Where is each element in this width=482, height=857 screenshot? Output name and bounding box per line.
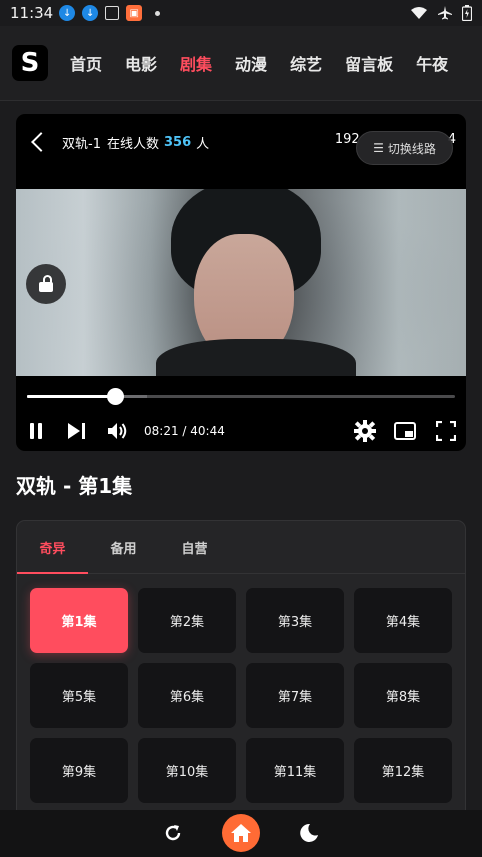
moon-icon[interactable] — [298, 822, 320, 844]
episode-button[interactable]: 第12集 — [354, 738, 452, 803]
episode-button[interactable]: 第9集 — [30, 738, 128, 803]
episode-button[interactable]: 第8集 — [354, 663, 452, 728]
top-nav: S 首页 电影 剧集 动漫 综艺 留言板 午夜 — [0, 26, 482, 101]
episode-button[interactable]: 第6集 — [138, 663, 236, 728]
progress-knob[interactable] — [106, 388, 124, 405]
settings-gear-icon[interactable] — [354, 420, 376, 442]
episode-button[interactable]: 第1集 — [30, 588, 128, 653]
playback-time: 08:21 / 40:44 — [144, 424, 225, 438]
bottom-bar — [0, 810, 482, 857]
menu-icon: ☰ — [373, 141, 384, 155]
active-tab-indicator — [17, 572, 88, 574]
download-icon: ↓ — [59, 5, 76, 21]
nav-item-midnight[interactable]: 午夜 — [416, 51, 448, 75]
video-player[interactable]: 双轨-1 在线人数 356 人 192 4 ☰ 切换线路 08:21 / 40:4… — [16, 114, 466, 451]
status-time: 11:34 — [10, 4, 54, 22]
airplane-icon — [438, 6, 452, 20]
nav-item-anime[interactable]: 动漫 — [235, 51, 267, 75]
online-unit: 人 — [196, 136, 210, 152]
battery-icon — [462, 5, 472, 21]
source-episode-panel: 奇异 备用 自营 第1集 第2集 第3集 第4集第5集 第6集 第7集 第8集第9集 第10集… — [16, 520, 466, 820]
picture-in-picture-icon[interactable] — [394, 420, 416, 442]
wifi-icon — [411, 7, 427, 19]
nav-item-movies[interactable]: 电影 — [125, 51, 157, 75]
back-arrow-icon[interactable] — [31, 132, 51, 152]
episode-button[interactable]: 第2集 — [138, 588, 236, 653]
episode-button[interactable]: 第4集 — [354, 588, 452, 653]
dot-icon — [155, 10, 161, 16]
app-icon: ▣ — [126, 5, 143, 21]
unlock-icon — [38, 275, 54, 293]
screen-lock-button[interactable] — [26, 264, 66, 304]
volume-icon[interactable] — [106, 421, 130, 441]
nav-item-variety[interactable]: 综艺 — [290, 51, 322, 75]
package-icon — [105, 6, 120, 20]
switch-line-label: 切换线路 — [387, 141, 436, 156]
player-title: 双轨-1 — [62, 136, 101, 152]
source-tabs: 奇异 备用 自营 — [17, 521, 465, 574]
tab-source-self[interactable]: 自营 — [159, 521, 230, 574]
progress-bar[interactable] — [27, 388, 455, 405]
tab-source-backup[interactable]: 备用 — [88, 521, 159, 574]
home-icon[interactable] — [222, 814, 260, 852]
pause-icon[interactable] — [28, 422, 44, 440]
fullscreen-icon[interactable] — [436, 421, 456, 441]
episode-button[interactable]: 第5集 — [30, 663, 128, 728]
status-bar: 11:34 ↓ ↓ ▣ — [0, 0, 482, 26]
nav-item-home[interactable]: 首页 — [70, 51, 102, 75]
nav-item-message-board[interactable]: 留言板 — [345, 51, 393, 75]
next-episode-icon[interactable] — [66, 422, 88, 440]
online-label: 在线人数 — [106, 136, 159, 152]
nav-item-series[interactable]: 剧集 — [180, 51, 212, 75]
episode-grid: 第1集 第2集 第3集 第4集第5集 第6集 第7集 第8集第9集 第10集 第11集 第12集 — [30, 588, 452, 803]
download-icon: ↓ — [82, 5, 99, 21]
episode-title: 双轨 - 第1集 — [16, 474, 133, 498]
played-bar — [27, 395, 115, 398]
online-count: 356 — [163, 134, 192, 150]
video-frame[interactable] — [16, 189, 466, 376]
refresh-icon[interactable] — [162, 822, 184, 844]
episode-button[interactable]: 第3集 — [246, 588, 344, 653]
episode-button[interactable]: 第7集 — [246, 663, 344, 728]
tab-source-qiyi[interactable]: 奇异 — [17, 521, 88, 574]
episode-button[interactable]: 第11集 — [246, 738, 344, 803]
site-logo[interactable]: S — [12, 45, 48, 81]
episode-button[interactable]: 第10集 — [138, 738, 236, 803]
player-controls: 08:21 / 40:44 — [16, 418, 466, 444]
switch-line-button[interactable]: ☰ 切换线路 — [356, 131, 453, 165]
